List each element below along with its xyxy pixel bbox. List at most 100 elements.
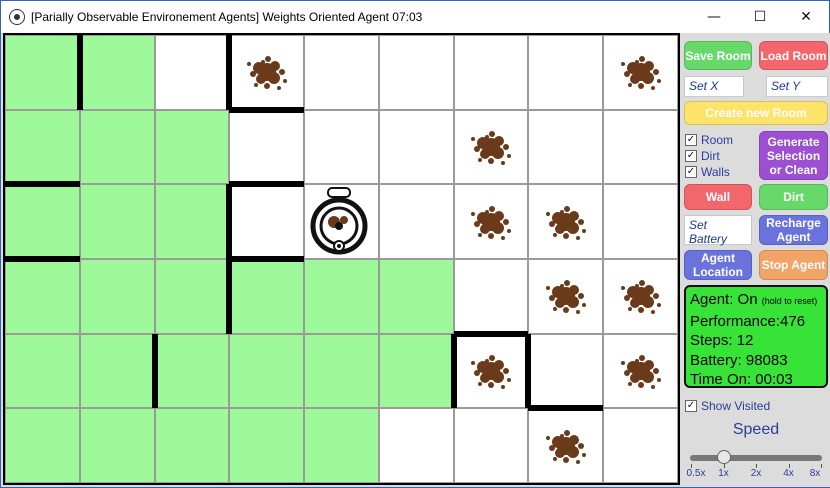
- wall-button[interactable]: Wall: [684, 184, 752, 210]
- grid-cell[interactable]: [5, 184, 80, 259]
- grid-cell[interactable]: [603, 408, 678, 483]
- grid-cell[interactable]: [154, 333, 230, 409]
- walls-checkbox[interactable]: ✓ Walls: [685, 165, 730, 179]
- speed-tick-label[interactable]: 0.5x: [681, 468, 711, 479]
- window-title: [Parially Observable Environement Agents…: [31, 10, 423, 24]
- grid-cell[interactable]: [5, 35, 80, 110]
- dirt-icon: [545, 280, 586, 315]
- grid-cell[interactable]: [453, 259, 529, 334]
- grid-cell[interactable]: [229, 184, 305, 259]
- grid-cell[interactable]: [378, 333, 454, 409]
- grid-cell[interactable]: [304, 259, 379, 334]
- wall-segment: [5, 181, 80, 188]
- grid-cell[interactable]: [378, 109, 454, 185]
- wall-segment: [151, 333, 158, 409]
- grid-cell[interactable]: [378, 259, 454, 334]
- grid-cell[interactable]: [304, 109, 379, 185]
- grid-cell[interactable]: [528, 333, 604, 409]
- grid-cell[interactable]: [79, 184, 155, 259]
- grid-cell[interactable]: [603, 109, 678, 185]
- dirt-checkbox[interactable]: ✓ Dirt: [685, 149, 720, 163]
- grid-cell[interactable]: [154, 259, 230, 334]
- grid-cell[interactable]: [378, 184, 454, 259]
- room-checkbox[interactable]: ✓ Room: [685, 133, 733, 147]
- grid-cell[interactable]: [378, 35, 454, 110]
- wall-segment: [5, 256, 80, 262]
- grid-cell[interactable]: [5, 333, 80, 409]
- wall-segment: [229, 256, 305, 262]
- steps-readout: Steps: 12: [690, 332, 754, 349]
- grid-cell[interactable]: [79, 109, 155, 185]
- maximize-button[interactable]: ☐: [737, 1, 783, 33]
- vacuum-app-icon: [9, 9, 25, 25]
- grid-cell[interactable]: [304, 408, 379, 483]
- speed-tick-label[interactable]: 1x: [709, 468, 739, 479]
- wall-segment: [229, 181, 305, 188]
- speed-tick-label[interactable]: 2x: [741, 468, 771, 479]
- grid-cell[interactable]: [154, 184, 230, 259]
- show-visited-checkbox[interactable]: ✓ Show Visited: [685, 399, 770, 413]
- agent-status-panel[interactable]: Agent: On (hold to reset) Performance:47…: [684, 285, 828, 388]
- grid-cell[interactable]: [304, 333, 379, 409]
- grid-cell[interactable]: [229, 109, 305, 185]
- dirt-icon: [471, 131, 512, 165]
- grid-cell[interactable]: [154, 35, 230, 110]
- grid-cell[interactable]: [5, 259, 80, 334]
- room-checkbox-box[interactable]: ✓: [685, 134, 697, 146]
- grid-cell[interactable]: [5, 408, 80, 483]
- close-button[interactable]: ✕: [783, 1, 829, 33]
- grid-cell[interactable]: [229, 408, 305, 483]
- grid-cell[interactable]: [79, 408, 155, 483]
- dirt-icon: [620, 56, 661, 91]
- grid-cell[interactable]: [528, 109, 604, 185]
- wall-segment: [450, 333, 457, 409]
- speed-label: Speed: [732, 421, 780, 438]
- wall-segment: [525, 333, 532, 409]
- set-x-input[interactable]: Set X: [684, 76, 744, 97]
- agent-location-button[interactable]: Agent Location: [684, 250, 752, 280]
- dirt-button[interactable]: Dirt: [759, 184, 828, 210]
- wall-segment: [226, 35, 233, 110]
- grid-cell[interactable]: [229, 259, 305, 334]
- wall-segment: [229, 106, 305, 113]
- battery-readout: Battery: 98083: [690, 351, 788, 369]
- vacuum-agent-icon[interactable]: [308, 186, 370, 256]
- show-visited-box[interactable]: ✓: [685, 400, 697, 412]
- time-on-readout: Time On: 00:03: [690, 371, 793, 388]
- dirt-checkbox-box[interactable]: ✓: [685, 150, 697, 162]
- grid-cell[interactable]: [453, 408, 529, 483]
- grid-cell[interactable]: [79, 333, 155, 409]
- room-grid[interactable]: [3, 33, 680, 485]
- grid-cell[interactable]: [603, 184, 678, 259]
- walls-checkbox-box[interactable]: ✓: [685, 166, 697, 178]
- grid-cell[interactable]: [79, 259, 155, 334]
- grid-cell[interactable]: [304, 35, 379, 110]
- grid-cell[interactable]: [528, 35, 604, 110]
- dirt-icon: [471, 355, 512, 389]
- grid-cell[interactable]: [154, 408, 230, 483]
- grid-cell[interactable]: [229, 333, 305, 409]
- generate-selection-button[interactable]: Generate Selection or Clean: [759, 131, 828, 180]
- minimize-button[interactable]: —: [691, 1, 737, 33]
- grid-cell[interactable]: [378, 408, 454, 483]
- set-battery-input[interactable]: Set Battery: [684, 215, 752, 246]
- app-window: [Parially Observable Environement Agents…: [0, 0, 830, 488]
- load-room-button[interactable]: Load Room: [759, 41, 828, 70]
- grid-cell[interactable]: [79, 35, 155, 110]
- control-panel: Save Room Load Room Set X Set Y Create n…: [682, 33, 830, 487]
- stop-agent-button[interactable]: Stop Agent: [759, 250, 828, 280]
- speed-tick-label[interactable]: 4x: [774, 468, 804, 479]
- speed-slider-knob[interactable]: [717, 450, 731, 464]
- grid-cell[interactable]: [453, 35, 529, 110]
- save-room-button[interactable]: Save Room: [684, 41, 752, 70]
- speed-slider-track[interactable]: [690, 455, 822, 461]
- recharge-agent-button[interactable]: Recharge Agent: [759, 215, 828, 245]
- speed-tick-label[interactable]: 8x: [800, 468, 830, 479]
- room-checkbox-label: Room: [701, 133, 734, 147]
- grid-cell[interactable]: [5, 109, 80, 185]
- create-new-room-button[interactable]: Create new Room: [684, 101, 828, 125]
- hold-reset-hint: (hold to reset): [761, 296, 818, 306]
- set-y-input[interactable]: Set Y: [766, 76, 828, 97]
- dirt-icon: [620, 280, 661, 315]
- grid-cell[interactable]: [154, 109, 230, 185]
